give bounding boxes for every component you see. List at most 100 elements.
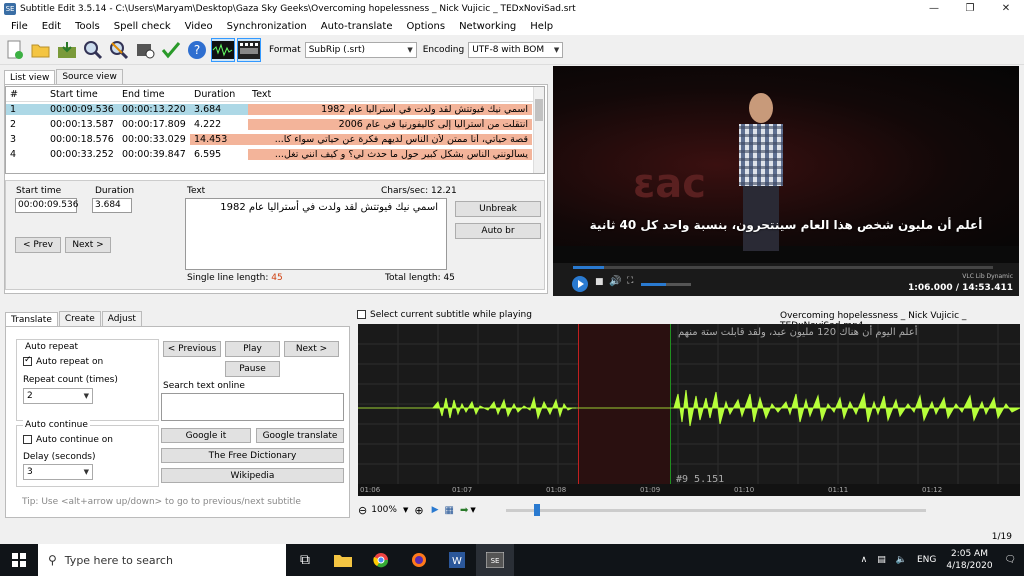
table-row[interactable]: 3 00:00:18.576 00:00:33.029 14.453 قصة ح…: [6, 132, 544, 147]
grid-icon[interactable]: ▦: [444, 505, 453, 516]
video-player[interactable]: ɛac أعلم أن مليون شخص هذا العام سينتحرون…: [553, 66, 1019, 296]
next-button[interactable]: Next >: [65, 237, 111, 253]
delay-select[interactable]: 3 ▼: [23, 464, 93, 480]
show-hidden-icons-icon[interactable]: ∧: [861, 555, 868, 565]
table-row[interactable]: 1 00:00:09.536 00:00:13.220 3.684 اسمي ن…: [6, 102, 544, 117]
waveform-signal: [358, 389, 1020, 427]
fullscreen-icon[interactable]: ⛶: [627, 276, 633, 286]
new-file-icon[interactable]: [3, 38, 27, 62]
unbreak-button[interactable]: Unbreak: [455, 201, 541, 217]
col-end-time[interactable]: End time: [118, 89, 190, 100]
firefox-icon[interactable]: [400, 544, 438, 576]
search-online-input[interactable]: [161, 393, 344, 421]
subtitle-edit-taskbar-icon[interactable]: SE: [476, 544, 514, 576]
word-icon[interactable]: W: [438, 544, 476, 576]
help-icon[interactable]: ?: [185, 38, 209, 62]
menu-help[interactable]: Help: [523, 21, 560, 32]
tick-label: 01:12: [922, 486, 943, 494]
zoom-in-icon[interactable]: ⊕: [414, 504, 423, 517]
volume-icon[interactable]: 🔊: [609, 276, 621, 287]
tab-translate[interactable]: Translate: [5, 312, 58, 327]
previous-button[interactable]: < Previous: [163, 341, 221, 357]
free-dictionary-button[interactable]: The Free Dictionary: [161, 448, 344, 463]
auto-repeat-checkbox[interactable]: Auto repeat on: [23, 355, 103, 367]
play-icon[interactable]: [571, 275, 589, 293]
find-icon[interactable]: [81, 38, 105, 62]
close-button[interactable]: ✕: [988, 0, 1024, 17]
menu-edit[interactable]: Edit: [35, 21, 68, 32]
menu-options[interactable]: Options: [399, 21, 452, 32]
play-button[interactable]: Play: [225, 341, 280, 357]
tab-source-view[interactable]: Source view: [56, 69, 123, 84]
menu-file[interactable]: File: [4, 21, 35, 32]
checkbox-checked-icon[interactable]: [23, 355, 32, 366]
prev-button[interactable]: < Prev: [15, 237, 61, 253]
taskbar-search[interactable]: ⚲ Type here to search: [38, 544, 286, 576]
open-folder-icon[interactable]: [29, 38, 53, 62]
start-time-input[interactable]: 00:00:09.536: [15, 198, 78, 213]
waveform-position-slider[interactable]: [505, 503, 926, 516]
google-translate-button[interactable]: Google translate: [256, 428, 344, 443]
next-subtitle-button[interactable]: Next >: [284, 341, 339, 357]
stop-icon[interactable]: ■: [595, 277, 604, 287]
replace-icon[interactable]: [107, 38, 131, 62]
google-it-button[interactable]: Google it: [161, 428, 251, 443]
menu-networking[interactable]: Networking: [452, 21, 523, 32]
video-seekbar[interactable]: [573, 266, 993, 269]
windows-start-icon[interactable]: [0, 544, 38, 576]
col-text[interactable]: Text: [248, 89, 532, 100]
play-forward-icon[interactable]: ▶: [432, 505, 439, 515]
zoom-level[interactable]: 100%: [371, 505, 397, 515]
repeat-count-select[interactable]: 2 ▼: [23, 388, 93, 404]
col-number[interactable]: #: [6, 89, 46, 100]
visual-sync-icon[interactable]: [133, 38, 157, 62]
tab-list-view[interactable]: List view: [4, 70, 56, 85]
task-view-icon[interactable]: ⧉: [286, 544, 324, 576]
list-scrollbar[interactable]: [533, 87, 544, 173]
chrome-icon[interactable]: [362, 544, 400, 576]
chevron-down-icon[interactable]: ▼: [470, 506, 475, 514]
table-row[interactable]: 4 00:00:33.252 00:00:39.847 6.595 يسألون…: [6, 147, 544, 162]
clock[interactable]: 2:05 AM 4/18/2020: [946, 548, 992, 572]
volume-tray-icon[interactable]: 🔈: [896, 555, 907, 565]
col-start-time[interactable]: Start time: [46, 89, 118, 100]
duration-input[interactable]: 3.684: [92, 198, 132, 213]
file-explorer-icon[interactable]: [324, 544, 362, 576]
menu-auto-translate[interactable]: Auto-translate: [314, 21, 400, 32]
tab-create[interactable]: Create: [58, 311, 101, 326]
maximize-button[interactable]: ❐: [952, 0, 988, 17]
menu-tools[interactable]: Tools: [68, 21, 107, 32]
encoding-select[interactable]: UTF-8 with BOM ▼: [468, 41, 564, 58]
menu-synchronization[interactable]: Synchronization: [220, 21, 314, 32]
scroll-thumb[interactable]: [535, 99, 543, 121]
minimize-button[interactable]: —: [916, 0, 952, 17]
notifications-icon[interactable]: 🗨: [1005, 555, 1016, 565]
row-text: يسألونني الناس بشكل كبير حول ما حدث لي؟ …: [248, 149, 532, 160]
col-duration[interactable]: Duration: [190, 89, 248, 100]
video-toggle-icon[interactable]: [237, 37, 261, 62]
spell-check-icon[interactable]: [159, 38, 183, 62]
tab-adjust[interactable]: Adjust: [101, 311, 142, 326]
pause-button[interactable]: Pause: [225, 361, 280, 377]
slider-thumb[interactable]: [533, 503, 540, 516]
format-select[interactable]: SubRip (.srt) ▼: [304, 41, 417, 58]
language-indicator[interactable]: ENG: [917, 555, 936, 565]
menu-spell-check[interactable]: Spell check: [107, 21, 178, 32]
arrow-right-icon[interactable]: ➡: [460, 505, 468, 516]
checkbox-unchecked-icon[interactable]: [23, 435, 32, 444]
wikipedia-button[interactable]: Wikipedia: [161, 468, 344, 483]
checkbox-unchecked-icon[interactable]: [357, 310, 366, 319]
subtitle-text-input[interactable]: اسمي نيك فيوتتش لقد ولدت في أستراليا عام…: [185, 198, 447, 270]
auto-continue-checkbox[interactable]: Auto continue on: [23, 435, 113, 445]
table-row[interactable]: 2 00:00:13.587 00:00:17.809 4.222 انتقلت…: [6, 117, 544, 132]
zoom-out-icon[interactable]: ⊖: [358, 504, 367, 517]
volume-slider[interactable]: [641, 283, 691, 286]
save-icon[interactable]: [55, 38, 79, 62]
select-current-subtitle[interactable]: Select current subtitle while playing: [357, 310, 532, 320]
network-icon[interactable]: ▤: [877, 555, 886, 565]
auto-br-button[interactable]: Auto br: [455, 223, 541, 239]
chevron-down-icon[interactable]: ▼: [403, 506, 408, 514]
audio-waveform[interactable]: أعلم اليوم أن هناك 120 مليون عبد، ولقد ق…: [358, 324, 1020, 496]
waveform-toggle-icon[interactable]: [211, 37, 235, 62]
menu-video[interactable]: Video: [178, 21, 220, 32]
